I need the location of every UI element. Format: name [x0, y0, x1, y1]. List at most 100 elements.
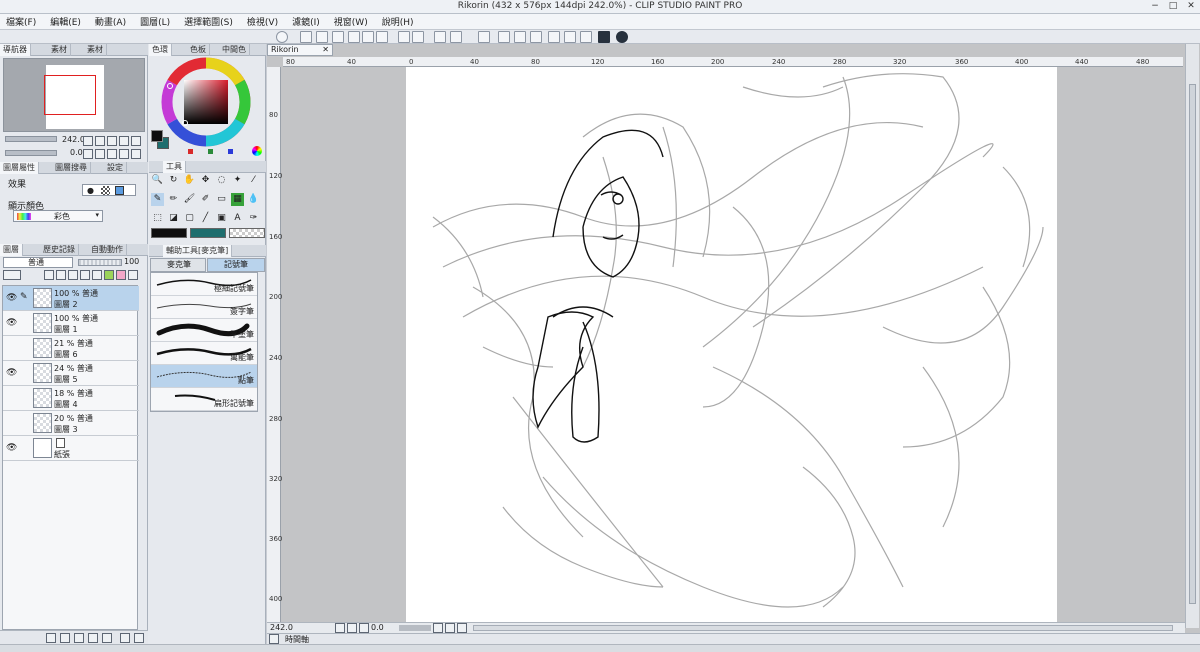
- tab-color-wheel[interactable]: 色環: [149, 44, 172, 56]
- menu-filter[interactable]: 濾鏡(I): [292, 15, 320, 28]
- clip-icon[interactable]: [92, 270, 102, 280]
- lasso-tool-icon[interactable]: ◌: [215, 174, 228, 187]
- tab-material-1[interactable]: 素材: [48, 44, 71, 56]
- hand-tool-icon[interactable]: ✋: [183, 174, 196, 187]
- tab-navigator[interactable]: 導航器: [0, 44, 31, 56]
- minimize-button[interactable]: −: [1148, 1, 1162, 12]
- reference-layer-icon[interactable]: [44, 270, 54, 280]
- blend-tool-icon[interactable]: 💧: [247, 193, 260, 206]
- transform-icon[interactable]: [434, 31, 446, 43]
- zoom-tool-icon[interactable]: 🔍: [151, 174, 164, 187]
- layer-row[interactable]: 21 % 普通 圖層 6: [3, 336, 139, 361]
- navigator-viewport[interactable]: [44, 75, 96, 115]
- redo-icon[interactable]: [412, 31, 424, 43]
- new-file-icon[interactable]: [300, 31, 312, 43]
- tab-intermediate-color[interactable]: 中間色: [219, 44, 250, 56]
- zoom-in-icon[interactable]: [95, 136, 105, 146]
- menu-animation[interactable]: 動畫(A): [95, 15, 126, 28]
- menu-layer[interactable]: 圖層(L): [140, 15, 170, 28]
- figure-tool-icon[interactable]: ▢: [183, 212, 196, 225]
- actual-size-icon[interactable]: [359, 623, 369, 633]
- eye-icon[interactable]: 👁: [6, 318, 17, 328]
- trash-icon-2[interactable]: [134, 633, 144, 643]
- brush-item[interactable]: 萬能筆: [151, 342, 257, 365]
- effect-tone-icon[interactable]: [101, 186, 110, 195]
- zoom-in-icon[interactable]: [347, 623, 357, 633]
- menu-edit[interactable]: 編輯(E): [50, 15, 81, 28]
- tab-material-2[interactable]: 素材: [84, 44, 107, 56]
- menu-selection[interactable]: 選擇範圍(S): [184, 15, 233, 28]
- brush-item[interactable]: 扁形記號筆: [151, 388, 257, 411]
- layer-row[interactable]: 👁 紙張: [3, 436, 139, 461]
- layer-row[interactable]: 👁 24 % 普通 圖層 5: [3, 361, 139, 386]
- zoom-out-icon[interactable]: [83, 136, 93, 146]
- rotate-left-icon[interactable]: [433, 623, 443, 633]
- main-color-bar[interactable]: [151, 228, 187, 238]
- balloon-tool-icon[interactable]: ✑: [247, 212, 260, 225]
- gradient-tool-icon[interactable]: ◪: [167, 212, 180, 225]
- pencil-tool-icon[interactable]: ✏: [167, 193, 180, 206]
- tab-layer-property[interactable]: 圖層屬性: [0, 162, 39, 174]
- lock-transparent-icon[interactable]: [80, 270, 90, 280]
- new-folder-icon[interactable]: [74, 633, 84, 643]
- layer-row[interactable]: 👁 ✎ 100 % 普通 圖層 2: [3, 286, 139, 311]
- navigator-preview[interactable]: [3, 58, 145, 132]
- trash-icon[interactable]: [120, 633, 130, 643]
- layer-menu-icon[interactable]: [128, 270, 138, 280]
- flip-vertical-icon[interactable]: [131, 149, 141, 159]
- layer-color-icon[interactable]: [3, 270, 21, 280]
- eye-icon[interactable]: 👁: [6, 443, 17, 453]
- tab-auto-action[interactable]: 自動動作: [88, 244, 127, 256]
- rotate-right-icon[interactable]: [445, 623, 455, 633]
- save-icon[interactable]: [332, 31, 344, 43]
- actual-size-icon[interactable]: [107, 136, 117, 146]
- clear-outside-icon[interactable]: [514, 31, 526, 43]
- menu-window[interactable]: 視窗(W): [334, 15, 368, 28]
- snap-ruler-icon[interactable]: [580, 31, 592, 43]
- undo-icon[interactable]: [398, 31, 410, 43]
- layer-row[interactable]: 👁 100 % 普通 圖層 1: [3, 311, 139, 336]
- menu-file[interactable]: 檔案(F): [6, 15, 36, 28]
- sub-color-bar[interactable]: [190, 228, 226, 238]
- fill-tool-icon[interactable]: ▦: [231, 193, 244, 206]
- mask-icon[interactable]: [104, 270, 114, 280]
- wand-tool-icon[interactable]: ✦: [231, 174, 244, 187]
- maximize-button[interactable]: □: [1166, 1, 1180, 12]
- rotate-left-icon[interactable]: [83, 149, 93, 159]
- tab-color-set[interactable]: 色板: [187, 44, 210, 56]
- invert-selection-icon[interactable]: [376, 31, 388, 43]
- pen-tool-icon[interactable]: ✎: [151, 193, 164, 206]
- tab-layer-settings[interactable]: 設定: [104, 162, 127, 174]
- ruler-layer-icon[interactable]: [116, 270, 126, 280]
- fit-icon[interactable]: [119, 136, 129, 146]
- eraser-tool-icon[interactable]: ▭: [215, 193, 228, 206]
- close-button[interactable]: ✕: [1184, 1, 1198, 12]
- transparent-color-bar[interactable]: [229, 228, 265, 238]
- rotate-slider[interactable]: [399, 625, 431, 631]
- menu-help[interactable]: 說明(H): [382, 15, 414, 28]
- menu-view[interactable]: 檢視(V): [247, 15, 278, 28]
- tab-layers[interactable]: 圖層: [0, 244, 23, 256]
- vertical-scrollbar[interactable]: [1185, 44, 1199, 628]
- rotate-right-icon[interactable]: [95, 149, 105, 159]
- clear-icon[interactable]: [498, 31, 510, 43]
- select-all-icon[interactable]: [348, 31, 360, 43]
- subtool-tab-felt[interactable]: 記號筆: [207, 258, 265, 272]
- effect-color-icon[interactable]: [115, 186, 124, 195]
- move-tool-icon[interactable]: ✥: [199, 174, 212, 187]
- fill-icon[interactable]: [530, 31, 542, 43]
- close-tab-icon[interactable]: ✕: [322, 45, 329, 55]
- zoom-slider[interactable]: [5, 136, 57, 142]
- merge-down-icon[interactable]: [88, 633, 98, 643]
- help-icon[interactable]: [616, 31, 628, 43]
- brush-item[interactable]: 極細記號筆: [151, 273, 257, 296]
- color-wheel-mini-icon[interactable]: [252, 146, 262, 156]
- flip-horizontal-icon[interactable]: [119, 149, 129, 159]
- trash-icon[interactable]: [269, 634, 279, 644]
- scroll-thumb[interactable]: [1189, 84, 1196, 604]
- brush-item[interactable]: 平塗筆: [151, 319, 257, 342]
- layer-row[interactable]: 20 % 普通 圖層 3: [3, 411, 139, 436]
- tab-layer-search[interactable]: 圖層搜尋: [52, 162, 91, 174]
- crop-icon[interactable]: [450, 31, 462, 43]
- frame-tool-icon[interactable]: ▣: [215, 212, 228, 225]
